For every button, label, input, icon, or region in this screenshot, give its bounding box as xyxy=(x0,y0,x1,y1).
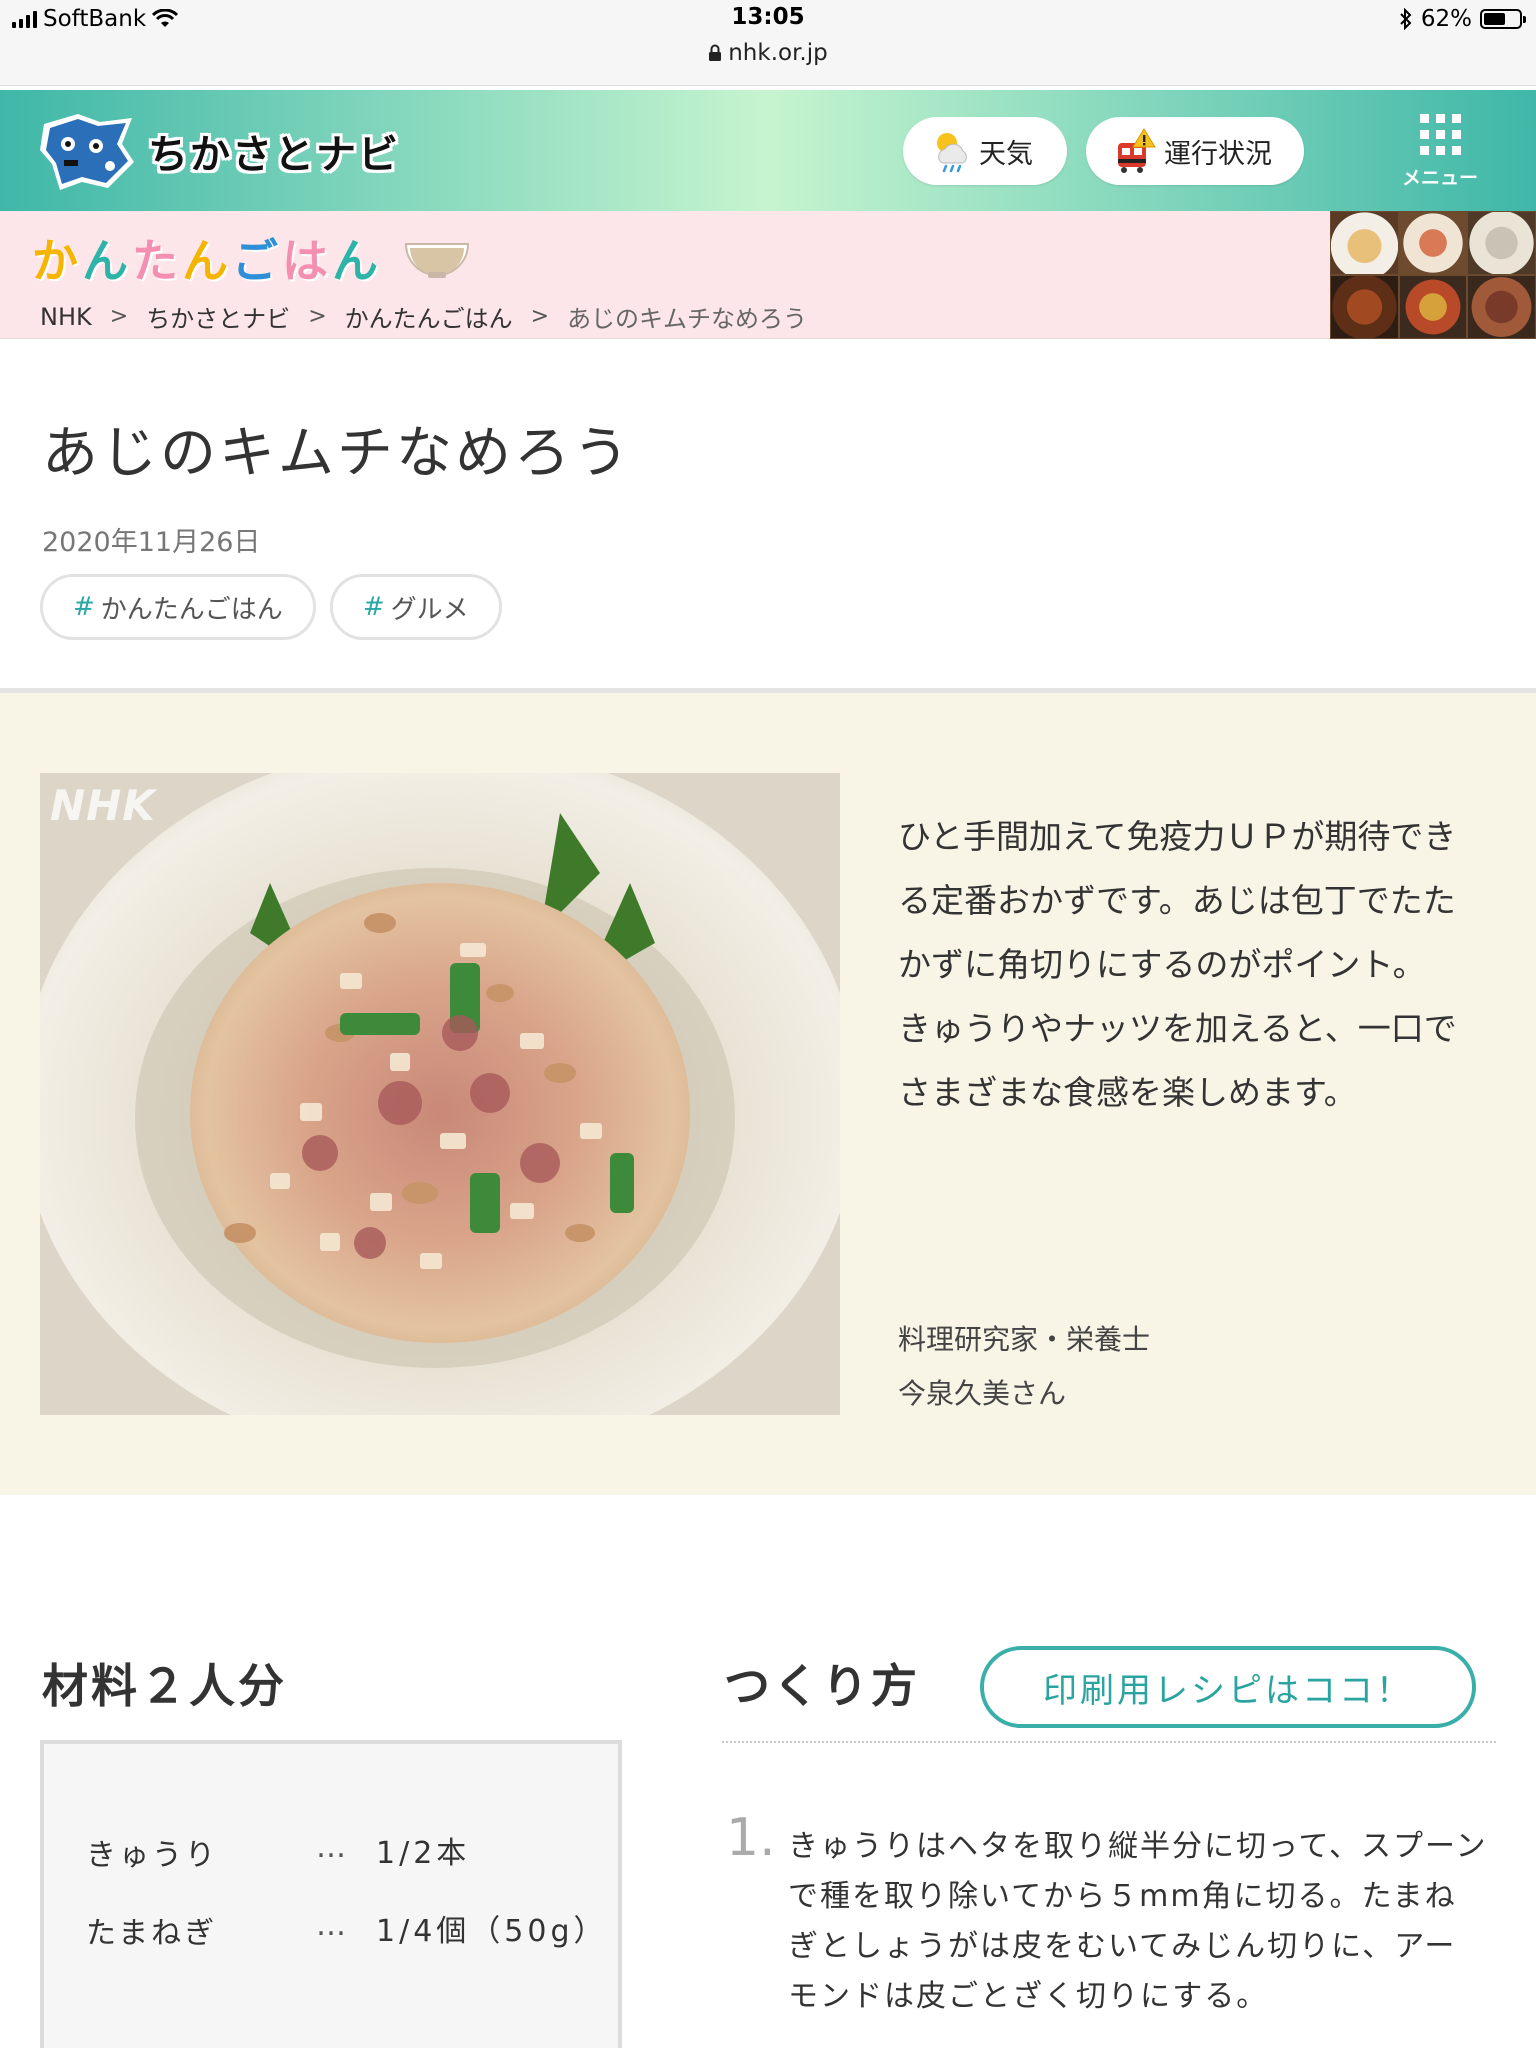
tag-label: グルメ xyxy=(390,594,469,625)
ingredients-box: きゅうり … 1/2本 たまねぎ … 1/4個（50g） xyxy=(40,1740,622,2048)
logo-text: ちかさとナビ xyxy=(148,132,400,178)
breadcrumb-separator: > xyxy=(530,304,550,329)
tag-hash: # xyxy=(73,592,95,622)
step-number: 1. xyxy=(726,1808,776,1868)
print-recipe-button[interactable]: 印刷用レシピはココ！ xyxy=(980,1646,1476,1728)
recipe-description: ひと手間加えて免疫力ＵＰが期待できる定番おかずです。あじは包丁でたたかずに角切り… xyxy=(898,817,1457,1112)
clock: 13:05 xyxy=(731,4,805,30)
weather-label: 天気 xyxy=(979,138,1033,170)
section-title-char: ご xyxy=(232,234,278,288)
battery-level xyxy=(1484,13,1506,25)
article-date: 2020年11月26日 xyxy=(42,527,261,558)
credit-name: 今泉久美さん xyxy=(898,1377,1067,1410)
menu-button[interactable]: メニュー xyxy=(1400,110,1480,200)
steps-divider xyxy=(722,1741,1496,1743)
credit-role: 料理研究家・栄養士 xyxy=(898,1323,1151,1356)
ingredient-amount: 1/4個（50g） xyxy=(376,1914,608,1949)
section-title-char: ん xyxy=(182,234,228,288)
ingredient-row: たまねぎ … 1/4個（50g） xyxy=(86,1908,608,1956)
tag-label: かんたんごはん xyxy=(100,594,283,625)
article-title: あじのキムチなめろう xyxy=(42,421,632,486)
ingredient-name: たまねぎ xyxy=(86,1916,218,1951)
section-title-char: た xyxy=(132,234,178,288)
menu-grid-icon xyxy=(1400,114,1480,155)
steps-heading: つくり方 xyxy=(724,1659,920,1713)
tag-list: # かんたんごはん # グルメ xyxy=(40,574,502,640)
section-title[interactable]: かんたんごはん xyxy=(32,225,472,291)
breadcrumb: NHK > ちかさとナビ > かんたんごはん > あじのキムチなめろう xyxy=(40,299,807,334)
section-title-char: ん xyxy=(82,234,128,288)
bluetooth-icon xyxy=(1400,8,1412,30)
url-bar[interactable]: nhk.or.jp xyxy=(0,40,1536,66)
status-bar: SoftBank 13:05 nhk.or.jp 62% xyxy=(0,0,1536,86)
site-header: ちかさとナビ 天気 運行状況 メニュー xyxy=(0,90,1536,211)
site-logo[interactable]: ちかさとナビ xyxy=(38,110,400,192)
battery-percent: 62% xyxy=(1420,6,1472,32)
tag-hash: # xyxy=(362,592,385,622)
breadcrumb-current: あじのキムチなめろう xyxy=(567,305,808,333)
tag-chip[interactable]: # かんたんごはん xyxy=(40,574,316,640)
nhk-watermark: NHK xyxy=(50,781,156,830)
rice-bowl-icon xyxy=(404,243,470,278)
lock-icon xyxy=(709,44,722,61)
section-banner: かんたんごはん NHK > ちかさとナビ > かんたんごはん > あじのキムチなめろう xyxy=(0,211,1536,339)
status-right: 62% xyxy=(1399,6,1526,32)
train-status-label: 運行状況 xyxy=(1164,138,1272,170)
tag-chip[interactable]: # グルメ xyxy=(329,574,502,640)
train-status-button[interactable]: 運行状況 xyxy=(1086,117,1304,185)
breadcrumb-link[interactable]: NHK xyxy=(40,303,92,331)
section-title-char: は xyxy=(282,234,328,288)
weather-icon xyxy=(937,133,967,173)
logo-mascot-icon xyxy=(40,114,134,190)
weather-button[interactable]: 天気 xyxy=(903,117,1067,185)
breadcrumb-separator: > xyxy=(308,304,327,329)
section-title-char: ん xyxy=(332,234,378,288)
ingredient-dots: … xyxy=(316,1908,346,1943)
dish-photo: NHK xyxy=(40,773,840,1415)
recipe-credit: 料理研究家・栄養士 今泉久美さん xyxy=(898,1313,1150,1421)
battery-icon xyxy=(1480,9,1526,29)
ingredient-name: きゅうり xyxy=(86,1838,218,1873)
recipe-intro: NHK ひと手間加えて免疫力ＵＰが期待できる定番おかずです。あじは包丁でたたかず… xyxy=(0,693,1536,1495)
ingredients-heading: 材料２人分 xyxy=(42,1659,287,1713)
section-title-char: か xyxy=(32,234,78,288)
ingredient-amount: 1/2本 xyxy=(376,1836,471,1871)
train-alert-icon xyxy=(1118,128,1156,173)
ingredient-dots: … xyxy=(316,1830,346,1865)
dish-illustration xyxy=(40,773,840,1415)
ingredient-row: きゅうり … 1/2本 xyxy=(86,1830,596,1878)
step-text: きゅうりはヘタを取り縦半分に切って、スプーンで種を取り除いてから５mm角に切る。… xyxy=(788,1829,1488,2014)
breadcrumb-separator: > xyxy=(109,304,129,329)
breadcrumb-link[interactable]: かんたんごはん xyxy=(345,299,513,334)
banner-food-photos xyxy=(1330,211,1536,339)
menu-label: メニュー xyxy=(1401,167,1478,189)
url-text: nhk.or.jp xyxy=(728,40,828,66)
breadcrumb-link[interactable]: ちかさとナビ xyxy=(146,299,290,334)
